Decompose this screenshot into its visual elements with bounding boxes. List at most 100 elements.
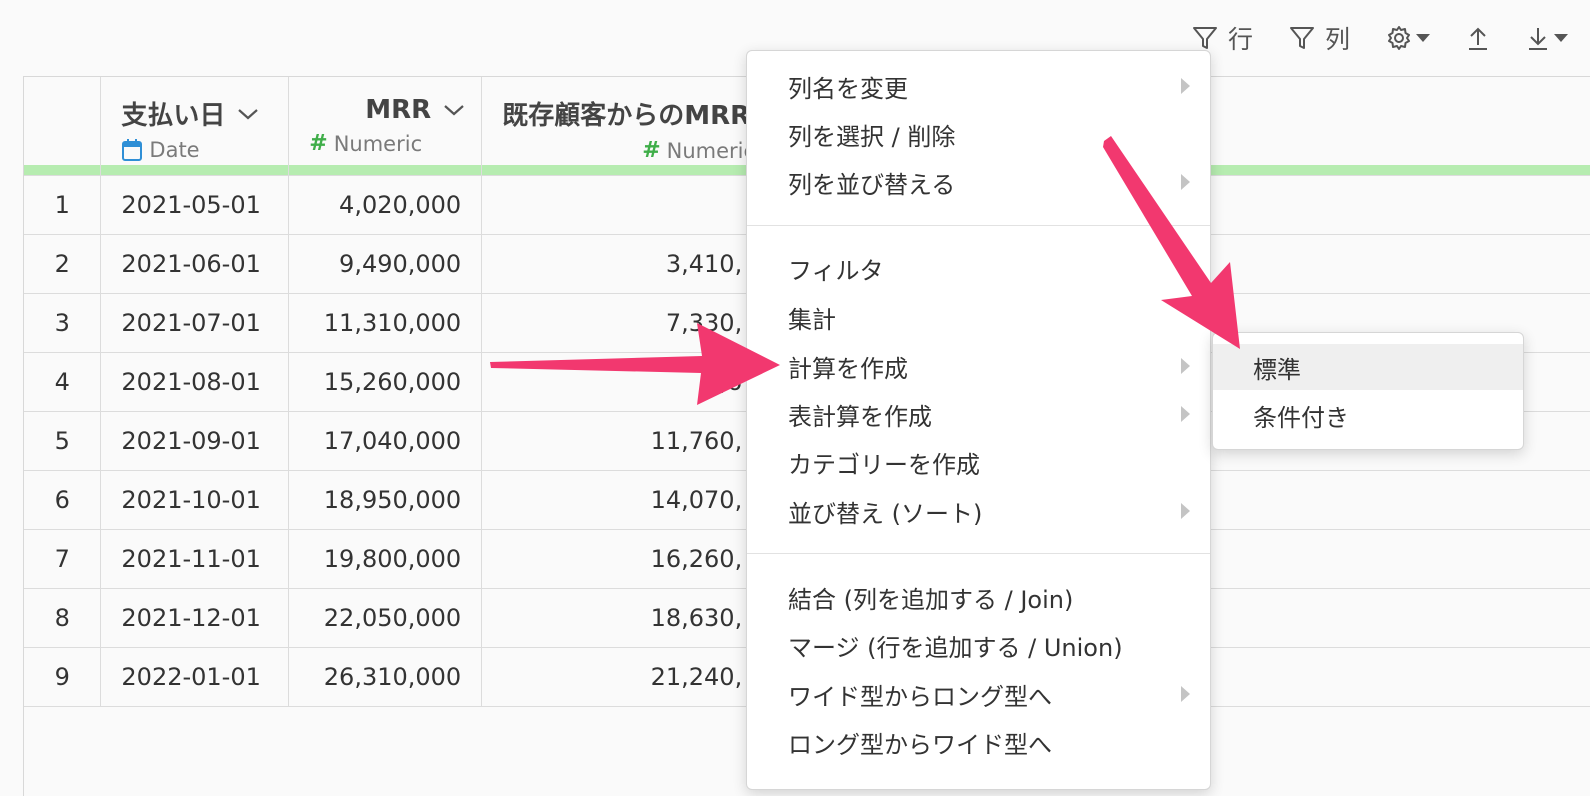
- row-index: 4: [24, 352, 102, 412]
- cell-mrr[interactable]: 4,020,000: [288, 175, 483, 235]
- numeric-hash-icon: #: [642, 138, 661, 163]
- upload-button[interactable]: [1466, 25, 1490, 51]
- menu-item-reorder-columns[interactable]: 列を並び替える: [747, 159, 1210, 205]
- menu-item-create-table-calculation[interactable]: 表計算を作成: [747, 391, 1210, 437]
- chevron-down-icon[interactable]: [237, 107, 259, 121]
- submenu-item-label: 標準: [1253, 355, 1301, 384]
- submenu-arrow-icon: [1181, 406, 1190, 422]
- cell-value: 18,630,: [650, 603, 743, 632]
- row-index: 6: [24, 470, 102, 530]
- row-index: 7: [24, 529, 102, 589]
- cell-mrr[interactable]: 17,040,000: [288, 411, 483, 471]
- column-filter-label: 列: [1324, 25, 1350, 54]
- cell-mrr[interactable]: 22,050,000: [288, 588, 483, 648]
- submenu-arrow-icon: [1181, 78, 1190, 94]
- cell-date[interactable]: 2021-07-01: [100, 293, 290, 353]
- cell-value: 14,070,: [650, 485, 743, 514]
- caret-down-icon: [1416, 34, 1430, 42]
- column-type: Numeric: [666, 138, 756, 163]
- row-index: 2: [24, 234, 102, 294]
- upload-icon: [1469, 27, 1487, 50]
- menu-item-union[interactable]: マージ (行を追加する / Union): [747, 622, 1210, 668]
- cell-mrr[interactable]: 26,310,000: [288, 647, 483, 707]
- cell-date[interactable]: 2021-06-01: [100, 234, 290, 294]
- index-header: [24, 77, 102, 176]
- cell-date[interactable]: 2021-05-01: [100, 175, 290, 235]
- column-header-mrr[interactable]: MRR # Numeric: [288, 77, 483, 176]
- menu-item-select-delete-columns[interactable]: 列を選択 / 削除: [747, 111, 1210, 157]
- cell-date[interactable]: 2021-11-01: [100, 529, 290, 589]
- column-context-menu: 列名を変更 列を選択 / 削除 列を並び替える フィルタ 集計 計算を作成 表計…: [746, 50, 1211, 790]
- menu-item-label: マージ (行を追加する / Union): [788, 633, 1123, 662]
- cell-mrr[interactable]: 19,800,000: [288, 529, 483, 589]
- row-filter-label: 行: [1227, 25, 1253, 54]
- gear-icon: [1388, 26, 1410, 50]
- cell-date[interactable]: 2021-09-01: [100, 411, 290, 471]
- cell-date[interactable]: 2021-08-01: [100, 352, 290, 412]
- cell-date[interactable]: 2021-12-01: [100, 588, 290, 648]
- submenu-item-conditional[interactable]: 条件付き: [1213, 392, 1523, 438]
- download-icon: [1529, 28, 1547, 50]
- chevron-down-icon[interactable]: [443, 103, 465, 117]
- cell-date[interactable]: 2021-10-01: [100, 470, 290, 530]
- submenu-item-label: 条件付き: [1253, 403, 1349, 432]
- menu-item-label: カテゴリーを作成: [788, 450, 980, 479]
- submenu-item-standard[interactable]: 標準: [1213, 344, 1523, 390]
- create-calculation-submenu: 標準 条件付き: [1212, 332, 1524, 450]
- download-button[interactable]: [1526, 25, 1568, 51]
- header-accent: [289, 164, 482, 175]
- cell-mrr[interactable]: 9,490,000: [288, 234, 483, 294]
- submenu-arrow-icon: [1181, 686, 1190, 702]
- cell-value: 9,6: [704, 367, 743, 396]
- cell-value: 21,240,: [650, 662, 743, 691]
- row-index: 9: [24, 647, 102, 707]
- filter-icon: [1289, 27, 1314, 49]
- calendar-icon: [122, 139, 143, 161]
- header-accent: [101, 164, 289, 175]
- column-type: Numeric: [333, 131, 423, 156]
- cell-mrr[interactable]: 15,260,000: [288, 352, 483, 412]
- menu-item-create-calculation[interactable]: 計算を作成: [747, 343, 1210, 389]
- settings-button[interactable]: [1386, 25, 1430, 51]
- menu-item-label: 結合 (列を追加する / Join): [788, 585, 1074, 614]
- menu-item-label: フィルタ: [788, 256, 884, 285]
- column-name: 既存顧客からのMRR: [502, 101, 751, 131]
- column-name: MRR: [365, 95, 432, 125]
- caret-down-icon: [1554, 34, 1568, 42]
- submenu-arrow-icon: [1181, 174, 1190, 190]
- menu-item-label: 表計算を作成: [788, 402, 932, 431]
- cell-mrr[interactable]: 11,310,000: [288, 293, 483, 353]
- menu-item-label: ロング型からワイド型へ: [788, 730, 1052, 759]
- menu-item-rename-column[interactable]: 列名を変更: [747, 63, 1210, 109]
- cell-value: 3,410,: [665, 249, 743, 278]
- toolbar: 行 列: [1192, 18, 1568, 58]
- cell-mrr[interactable]: 18,950,000: [288, 470, 483, 530]
- column-header-payment-date[interactable]: 支払い日 Date: [100, 77, 290, 176]
- menu-item-filter[interactable]: フィルタ: [747, 245, 1210, 291]
- menu-item-long-to-wide[interactable]: ロング型からワイド型へ: [747, 719, 1210, 765]
- column-type: Date: [149, 138, 200, 162]
- menu-item-label: 集計: [788, 305, 836, 334]
- menu-item-label: 列を並び替える: [788, 170, 956, 199]
- menu-item-join[interactable]: 結合 (列を追加する / Join): [747, 574, 1210, 620]
- menu-item-label: ワイド型からロング型へ: [788, 682, 1052, 711]
- row-index: 3: [24, 293, 102, 353]
- menu-separator: [747, 225, 1210, 226]
- menu-item-create-category[interactable]: カテゴリーを作成: [747, 439, 1210, 485]
- menu-item-label: 計算を作成: [788, 354, 908, 383]
- submenu-arrow-icon: [1181, 503, 1190, 519]
- menu-item-summarize[interactable]: 集計: [747, 294, 1210, 340]
- menu-item-label: 列名を変更: [788, 74, 908, 103]
- header-accent: [24, 164, 101, 175]
- menu-separator: [747, 553, 1210, 554]
- submenu-arrow-icon: [1181, 358, 1190, 374]
- cell-value: 16,260,: [650, 544, 743, 573]
- menu-item-sort[interactable]: 並び替え (ソート): [747, 488, 1210, 534]
- row-index: 8: [24, 588, 102, 648]
- cell-value: 7,330,: [665, 308, 743, 337]
- menu-item-label: 列を選択 / 削除: [788, 122, 956, 151]
- column-filter-button[interactable]: 列: [1289, 20, 1350, 56]
- menu-item-wide-to-long[interactable]: ワイド型からロング型へ: [747, 671, 1210, 717]
- cell-date[interactable]: 2022-01-01: [100, 647, 290, 707]
- filter-icon: [1192, 27, 1217, 49]
